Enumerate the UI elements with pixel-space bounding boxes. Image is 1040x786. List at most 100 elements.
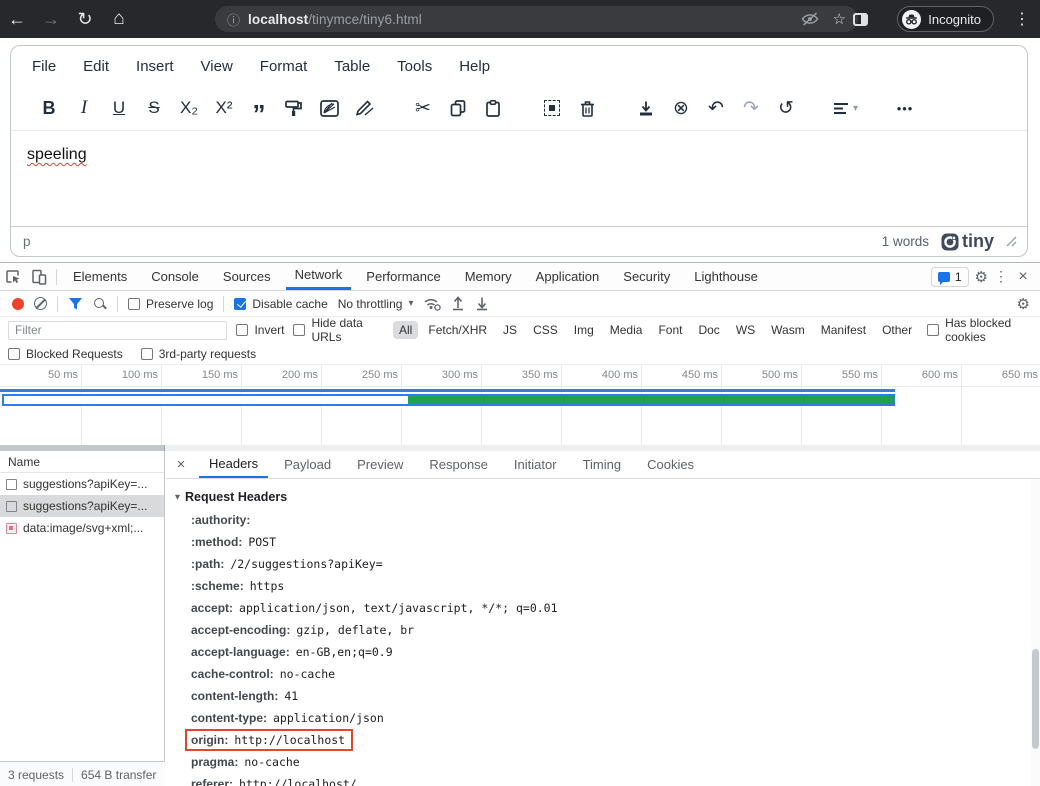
menu-file[interactable]: File [32,58,56,75]
issues-badge[interactable]: 1 [931,267,969,287]
tab-console[interactable]: Console [142,263,208,290]
filter-type-ws[interactable]: WS [730,321,761,339]
menu-view[interactable]: View [201,58,233,75]
detail-tab-timing[interactable]: Timing [573,451,632,478]
detail-tab-initiator[interactable]: Initiator [504,451,567,478]
vertical-scrollbar[interactable] [1031,479,1040,786]
word-count[interactable]: 1 words [882,234,929,249]
blockquote-button[interactable]: ” [247,94,271,122]
close-detail-icon[interactable]: × [166,456,196,473]
detail-tab-response[interactable]: Response [419,451,498,478]
element-path[interactable]: p [23,234,31,249]
tab-memory[interactable]: Memory [456,263,521,290]
misspelled-word[interactable]: speeling [27,146,87,163]
strikethrough-button[interactable]: S [142,94,166,122]
copy-button[interactable] [446,94,470,122]
filter-funnel-icon[interactable] [68,297,83,311]
name-column-header[interactable]: Name [0,451,164,473]
has-blocked-cookies-toggle[interactable]: Has blocked cookies [927,316,1040,344]
superscript-button[interactable]: X² [212,94,236,122]
clear-network-log-icon[interactable] [34,297,47,310]
restore-draft-button[interactable]: ↺ [774,94,798,122]
back-icon[interactable]: ← [0,9,34,30]
tab-security[interactable]: Security [614,263,679,290]
filter-type-wasm[interactable]: Wasm [765,321,811,339]
tab-application[interactable]: Application [527,263,609,290]
disable-cache-toggle[interactable]: Disable cache [234,297,327,311]
import-har-icon[interactable] [451,296,465,311]
inspect-element-icon[interactable] [0,264,26,290]
editor-content-area[interactable]: speeling [11,130,1027,226]
delete-button[interactable] [575,94,599,122]
tiny-brand[interactable]: tiny [941,231,994,252]
third-party-checkbox[interactable] [141,348,153,360]
filter-type-manifest[interactable]: Manifest [815,321,872,339]
menu-tools[interactable]: Tools [397,58,432,75]
export-har-icon[interactable] [475,296,489,311]
device-toolbar-icon[interactable] [26,264,52,290]
menu-edit[interactable]: Edit [83,58,109,75]
network-settings-icon[interactable]: ⚙ [1017,295,1040,313]
disclosure-triangle-icon[interactable]: ▾ [175,492,180,503]
filter-input[interactable] [8,321,227,340]
preserve-log-checkbox[interactable] [128,298,140,310]
format-painter-button[interactable] [282,94,306,122]
devtools-close-icon[interactable]: × [1014,268,1032,286]
filter-type-other[interactable]: Other [876,321,918,339]
tab-lighthouse[interactable]: Lighthouse [685,263,767,290]
preserve-log-toggle[interactable]: Preserve log [128,297,213,311]
record-network-log-icon[interactable] [12,298,24,310]
detail-tab-headers[interactable]: Headers [199,451,268,478]
hide-data-urls-toggle[interactable]: Hide data URLs [293,316,384,344]
reload-icon[interactable]: ↻ [68,9,102,30]
request-row[interactable]: suggestions?apiKey=... [0,473,164,495]
export-button[interactable] [634,94,658,122]
detail-tab-cookies[interactable]: Cookies [637,451,704,478]
underline-button[interactable]: U [107,94,131,122]
devtools-settings-icon[interactable]: ⚙ [975,268,988,286]
third-party-toggle[interactable]: 3rd-party requests [141,347,256,361]
subscript-button[interactable]: X₂ [177,94,201,122]
has-blocked-cookies-checkbox[interactable] [927,324,939,336]
menu-table[interactable]: Table [334,58,370,75]
menu-insert[interactable]: Insert [136,58,174,75]
filter-type-css[interactable]: CSS [527,321,564,339]
filter-type-js[interactable]: JS [497,321,523,339]
detail-tab-preview[interactable]: Preview [347,451,413,478]
vertical-scrollbar-thumb[interactable] [1032,649,1039,749]
address-bar[interactable]: ⓘ localhost/tinymce/tiny6.html ☆ [215,6,858,32]
undo-button[interactable]: ↶ [704,94,728,122]
eye-off-icon[interactable] [801,12,819,26]
browser-menu-icon[interactable]: ⋮ [1012,9,1032,29]
resize-handle-icon[interactable] [1006,236,1017,247]
image-button[interactable] [317,94,341,122]
invert-checkbox[interactable] [236,324,248,336]
blocked-requests-toggle[interactable]: Blocked Requests [8,347,123,361]
request-headers-section[interactable]: ▾ Request Headers [166,485,1040,509]
filter-type-img[interactable]: Img [568,321,600,339]
italic-button[interactable]: I [72,94,96,122]
network-search-icon[interactable] [93,297,107,311]
disable-cache-checkbox[interactable] [234,298,246,310]
menu-help[interactable]: Help [459,58,490,75]
cut-button[interactable]: ✂ [411,94,435,122]
filter-type-all[interactable]: All [393,321,418,339]
bookmark-star-icon[interactable]: ☆ [833,10,846,28]
bold-button[interactable]: B [37,94,61,122]
filter-type-font[interactable]: Font [652,321,688,339]
detail-tab-payload[interactable]: Payload [274,451,341,478]
throttling-select[interactable]: No throttling ▾ [338,297,414,311]
side-panel-icon[interactable] [853,13,868,26]
tab-sources[interactable]: Sources [214,263,280,290]
menu-format[interactable]: Format [260,58,308,75]
filter-type-fetch-xhr[interactable]: Fetch/XHR [422,321,493,339]
filter-type-doc[interactable]: Doc [692,321,725,339]
hide-data-urls-checkbox[interactable] [293,324,305,336]
network-overview-timeline[interactable]: 50 ms100 ms150 ms200 ms250 ms300 ms350 m… [0,365,1040,451]
paste-button[interactable] [481,94,505,122]
forward-icon[interactable]: → [34,9,68,30]
page-info-icon[interactable]: ⓘ [227,10,240,29]
devtools-menu-icon[interactable]: ⋮ [994,268,1008,285]
permanent-pen-button[interactable] [352,94,376,122]
request-row[interactable]: suggestions?apiKey=... [0,495,164,517]
